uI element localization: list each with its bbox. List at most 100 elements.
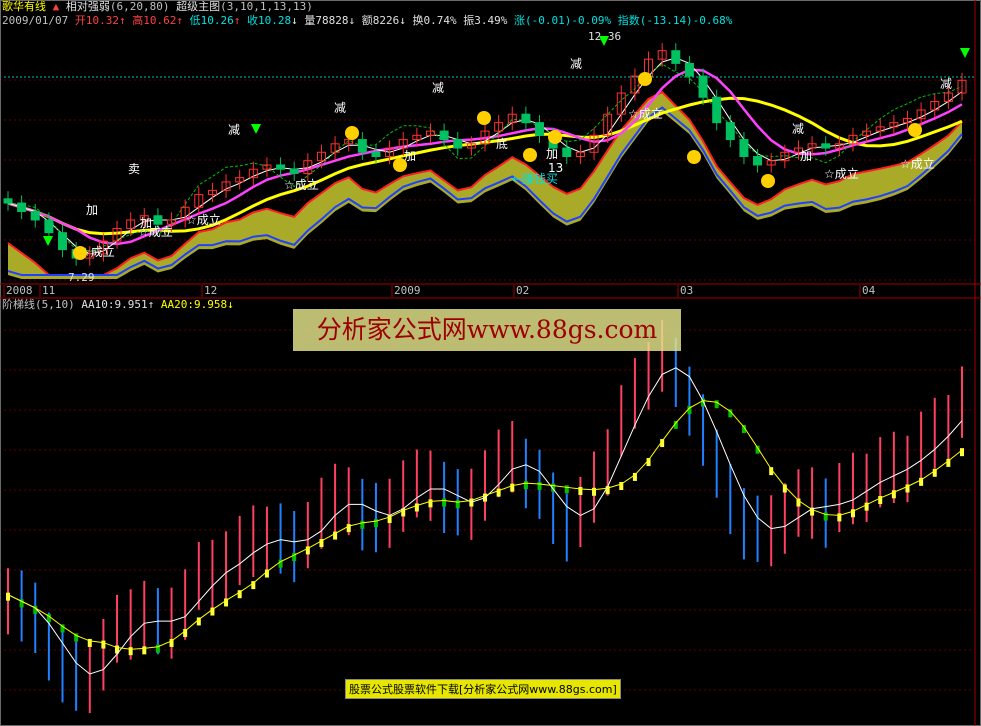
smiley-icon [548, 130, 562, 144]
step-block [142, 646, 147, 655]
sell-arrow-icon [43, 236, 53, 246]
candle-body [712, 96, 722, 124]
candle-body [671, 50, 681, 64]
candle-body [684, 62, 694, 77]
quote-low: 低10.26 [189, 14, 234, 27]
header-line-2: 2009/01/07 开10.32↑ 高10.62↑ 低10.26↑ 收10.2… [2, 14, 733, 27]
smiley-icon [687, 150, 701, 164]
step-block [578, 486, 583, 495]
candle-body [357, 139, 367, 153]
x-axis-label: 2008 [6, 284, 33, 297]
candle-body [30, 211, 40, 221]
candle-body [453, 139, 463, 149]
candle-body [562, 147, 572, 158]
quote-turnover: 换0.74% [412, 14, 457, 27]
quote-amount: 额8226 [361, 14, 400, 27]
sub-panel-params: (5,10) [35, 298, 75, 311]
footer-link[interactable]: 股票公式股票软件下载[分析家公式网www.88gs.com] [345, 679, 621, 699]
candle-body [821, 143, 831, 149]
aa10-value: AA10:9.951 [81, 298, 148, 311]
smiley-icon [393, 158, 407, 172]
candle-body [276, 164, 286, 170]
annotation-label: 加 [86, 203, 98, 217]
candle-body [753, 156, 763, 166]
annotation-label: ☆成立 [138, 224, 173, 239]
quote-amplitude: 振3.49% [463, 14, 508, 27]
step-block [537, 482, 542, 491]
candle-body [58, 232, 68, 251]
aa10-line [7, 367, 963, 675]
candle-body [535, 122, 545, 136]
quote-date: 2009/01/07 [2, 14, 69, 27]
step-block [360, 520, 365, 529]
indicator1-params: (6,20,80) [109, 0, 170, 13]
candle-body [3, 198, 13, 204]
annotation-label: 减 [228, 123, 240, 137]
step-block [455, 500, 460, 509]
candle-body [17, 202, 27, 213]
quote-close: 收10.28 [246, 14, 292, 27]
step-block [6, 592, 10, 601]
x-axis-label: 12 [204, 284, 217, 297]
quote-volume: 量78828 [304, 14, 349, 27]
step-block [523, 481, 528, 490]
sub-panel-legend: 阶梯线(5,10) AA10:9.951↑ AA20:9.958↓ [2, 298, 234, 311]
indicator2-name[interactable]: 超级主图 [176, 0, 220, 13]
step-block [510, 483, 515, 492]
annotation-label: 底 [496, 136, 508, 151]
annotation-label: 加 [800, 149, 812, 163]
arrow-up-icon: ▲ [52, 0, 60, 13]
candle-body [698, 75, 708, 98]
step-block [714, 400, 719, 409]
smiley-icon [761, 174, 775, 188]
annotation-label: ☆成立 [824, 166, 859, 181]
sell-arrow-icon [251, 124, 261, 134]
quote-open: 开10.32 [74, 14, 119, 27]
low-price-label: 7.29 [68, 271, 95, 284]
annotation-label: 加 [404, 149, 416, 163]
smiley-icon [908, 123, 922, 137]
candle-body [739, 139, 749, 157]
sell-arrow-icon [960, 48, 970, 58]
annotation-label: ☆成立 [284, 177, 319, 192]
step-block [701, 398, 706, 407]
candle-body [521, 113, 531, 124]
indicator1-name[interactable]: 相对强弱 [66, 0, 110, 13]
candle-body [725, 122, 735, 141]
step-block [128, 647, 133, 656]
x-axis-label: 11 [42, 284, 55, 297]
step-block [428, 499, 433, 508]
stock-name[interactable]: 歌华有线 [2, 0, 46, 13]
annotation-label: 减 [940, 77, 952, 91]
annotation-label: 卖 [128, 162, 140, 176]
smiley-icon [638, 72, 652, 86]
step-block [592, 487, 597, 496]
candle-body [289, 168, 299, 174]
candle-body [153, 215, 163, 225]
aa20-line [7, 400, 963, 650]
annotation-label: 减 [334, 101, 346, 115]
x-axis-label: 2009 [394, 284, 421, 297]
quote-index: 指数(-13.14)-0.68% [617, 14, 733, 27]
annotation-label: 加 [546, 147, 558, 161]
x-axis-label: 03 [680, 284, 693, 297]
chart-canvas[interactable]: 20081112200902030412.367.29卖减减减减减减加加加加加☆… [0, 0, 981, 726]
aa20-value: AA20:9.958 [160, 298, 228, 311]
sub-panel-name[interactable]: 阶梯线 [2, 298, 35, 311]
candle-body [44, 219, 54, 234]
annotation-label: 减 [792, 122, 804, 136]
candle-body [439, 130, 449, 141]
candle-body [371, 151, 381, 157]
annotation-label: ☆成立 [628, 106, 663, 121]
annotation-label: ☆成立 [900, 156, 935, 171]
watermark-banner: 分析家公式网www.88gs.com [293, 309, 681, 351]
header-line-1: 歌华有线 ▲ 相对强弱(6,20,80) 超级主图(3,10,1,13,13) [2, 1, 313, 13]
annotation-label: ☆成立 [186, 212, 221, 227]
x-axis-label: 02 [516, 284, 529, 297]
step-block [564, 485, 569, 494]
indicator2-params: (3,10,1,13,13) [220, 0, 313, 13]
step-block [960, 448, 964, 457]
quote-change: 涨(-0.01)-0.09% [513, 14, 612, 27]
smiley-icon [73, 246, 87, 260]
step-block [101, 640, 106, 649]
